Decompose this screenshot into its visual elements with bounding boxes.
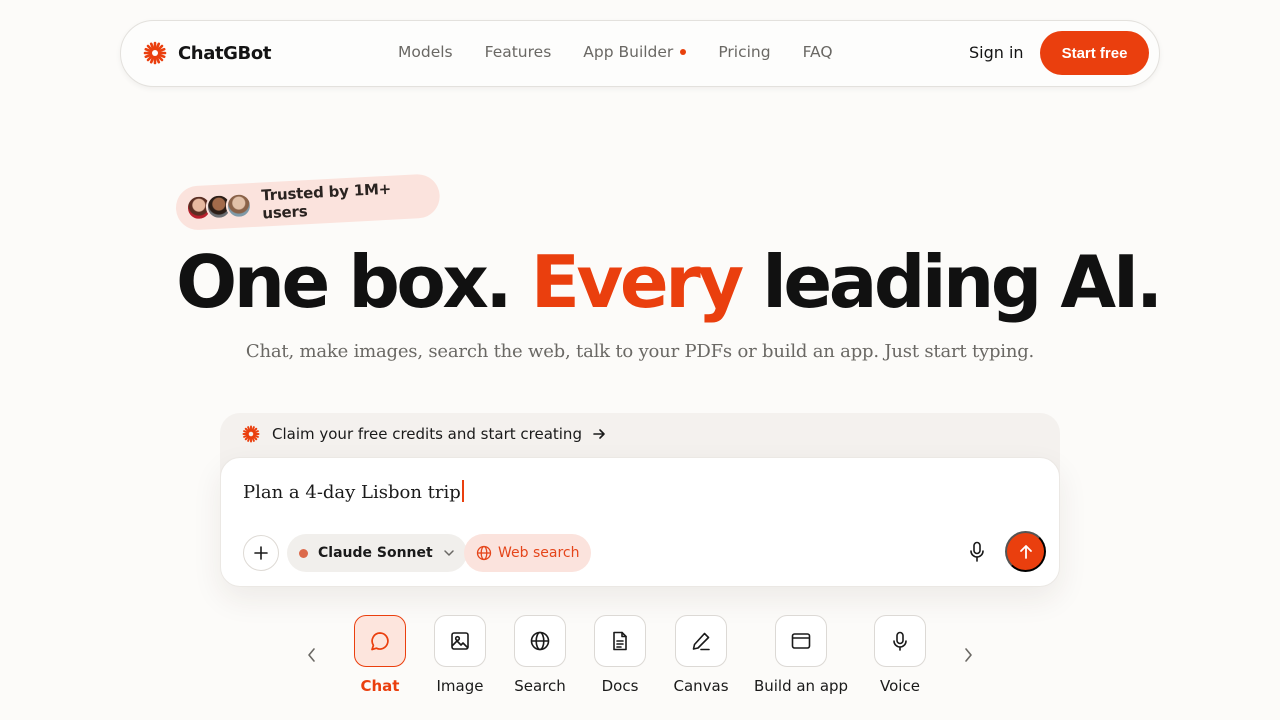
mode-tile bbox=[594, 615, 646, 667]
nav-item-label: Features bbox=[484, 43, 552, 61]
mode-tile bbox=[514, 615, 566, 667]
claim-text: Claim your free credits and start creati… bbox=[272, 425, 582, 443]
mode-canvas[interactable]: Canvas bbox=[651, 615, 751, 695]
nav-item-label: Pricing bbox=[718, 43, 771, 61]
mode-label: Canvas bbox=[673, 677, 729, 695]
mode-label: Build an app bbox=[753, 677, 849, 695]
model-selector[interactable]: Claude Sonnet bbox=[287, 534, 467, 572]
top-navigation: ChatGBot Models Features App Builder Pri… bbox=[120, 20, 1160, 87]
brand-name: ChatGBot bbox=[178, 42, 272, 64]
mode-label: Search bbox=[514, 677, 566, 695]
chat-icon bbox=[371, 632, 389, 651]
microphone-icon bbox=[893, 631, 907, 651]
nav-item-label: App Builder bbox=[583, 43, 674, 61]
plus-icon bbox=[254, 546, 268, 560]
model-name: Claude Sonnet bbox=[318, 545, 433, 561]
prompt-box: Plan a 4-day Lisbon trip Claude Sonnet W… bbox=[220, 457, 1060, 587]
hero-headline: One box. Every leading AI. bbox=[176, 240, 1163, 324]
asterisk-logo-icon bbox=[143, 41, 167, 65]
mode-voice[interactable]: Voice bbox=[850, 615, 950, 695]
prompt-input[interactable]: Plan a 4-day Lisbon trip bbox=[243, 480, 464, 503]
chevron-down-icon bbox=[443, 550, 454, 556]
nav-menu: Models Features App Builder Pricing FAQ bbox=[398, 43, 865, 61]
avatar bbox=[225, 192, 253, 220]
chevron-right-icon bbox=[965, 648, 972, 662]
chevron-left-icon bbox=[308, 648, 315, 662]
web-search-toggle[interactable]: Web search bbox=[464, 534, 592, 572]
pen-icon bbox=[692, 632, 710, 651]
text-caret bbox=[461, 480, 464, 502]
prompt-text: Plan a 4-day Lisbon trip bbox=[243, 482, 461, 503]
browser-window-icon bbox=[791, 633, 811, 649]
mode-tile bbox=[775, 615, 827, 667]
nav-item-label: FAQ bbox=[802, 43, 833, 61]
mode-label: Chat bbox=[360, 677, 400, 695]
send-button[interactable] bbox=[1005, 531, 1046, 572]
new-indicator-dot bbox=[680, 49, 687, 55]
arrow-up-icon bbox=[1019, 544, 1032, 559]
mode-label: Voice bbox=[880, 677, 920, 695]
asterisk-icon bbox=[242, 425, 260, 443]
sign-in-link[interactable]: Sign in bbox=[969, 43, 1024, 62]
mode-label: Docs bbox=[601, 677, 639, 695]
mode-label: Image bbox=[436, 677, 484, 695]
mode-tile bbox=[434, 615, 486, 667]
nav-item-pricing[interactable]: Pricing bbox=[718, 43, 770, 61]
trusted-badge: Trusted by 1M+ users bbox=[174, 173, 441, 231]
scroll-left-button[interactable] bbox=[305, 645, 319, 669]
trusted-text: Trusted by 1M+ users bbox=[260, 179, 392, 223]
nav-item-features[interactable]: Features bbox=[485, 43, 552, 61]
mode-tile bbox=[874, 615, 926, 667]
document-icon bbox=[613, 631, 627, 651]
nav-item-faq[interactable]: FAQ bbox=[803, 43, 833, 61]
scroll-right-button[interactable] bbox=[961, 645, 975, 669]
claim-credits-link[interactable]: Claim your free credits and start creati… bbox=[242, 425, 606, 443]
user-avatars bbox=[185, 192, 253, 222]
mode-tile bbox=[675, 615, 727, 667]
hero-subtitle: Chat, make images, search the web, talk … bbox=[245, 341, 1035, 362]
nav-item-label: Models bbox=[398, 43, 453, 61]
nav-item-app-builder[interactable]: App Builder bbox=[583, 43, 687, 61]
mode-build-app[interactable]: Build an app bbox=[751, 615, 851, 695]
arrow-right-icon bbox=[593, 429, 605, 439]
headline-part-2: leading AI. bbox=[762, 240, 1163, 324]
globe-icon bbox=[530, 631, 550, 651]
web-search-label: Web search bbox=[498, 545, 580, 561]
headline-accent: Every bbox=[530, 240, 744, 324]
add-attachment-button[interactable] bbox=[243, 535, 279, 571]
microphone-icon bbox=[970, 541, 984, 562]
voice-input-button[interactable] bbox=[969, 541, 985, 567]
headline-part-1: One box. bbox=[176, 240, 513, 324]
globe-icon bbox=[476, 545, 492, 561]
nav-item-models[interactable]: Models bbox=[398, 43, 453, 61]
image-icon bbox=[451, 632, 469, 650]
start-free-button[interactable]: Start free bbox=[1040, 31, 1149, 75]
mode-tile bbox=[354, 615, 406, 667]
brand-logo[interactable]: ChatGBot bbox=[143, 41, 271, 65]
model-status-dot bbox=[299, 548, 308, 558]
